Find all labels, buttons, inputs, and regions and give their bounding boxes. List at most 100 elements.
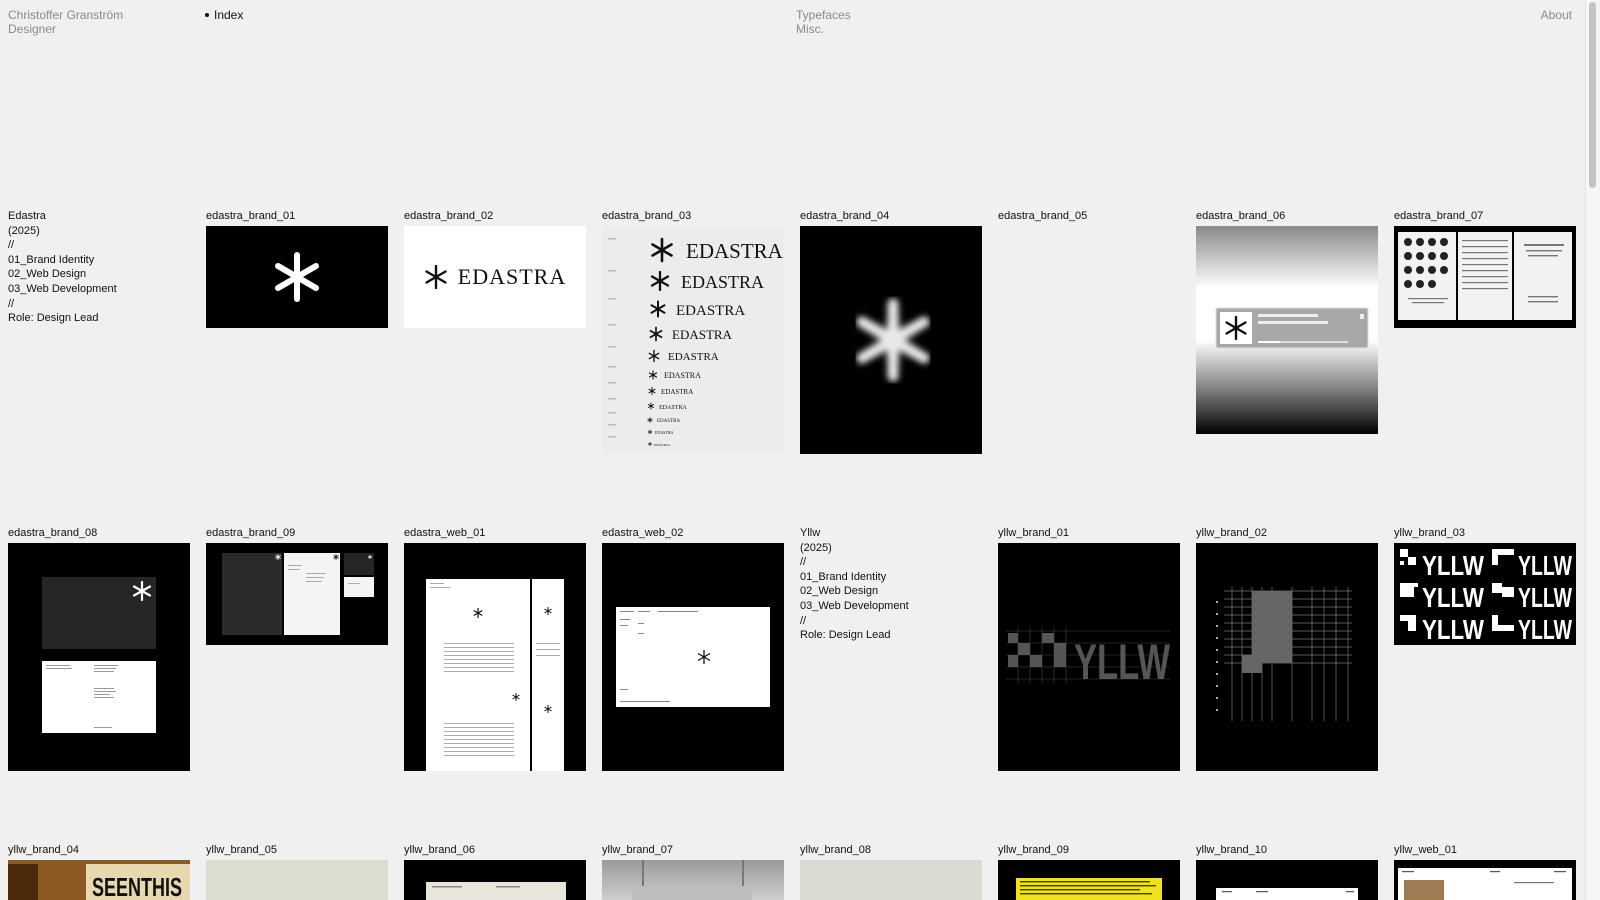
- project-title[interactable]: Edastra: [8, 209, 190, 224]
- svg-text:EDASTRA: EDASTRA: [654, 443, 671, 447]
- print-spread-mockup: [1398, 232, 1572, 320]
- thumbnail-image[interactable]: [1196, 226, 1378, 434]
- poster-mockup: [1016, 878, 1162, 900]
- gallery-item[interactable]: edastra_brand_07: [1394, 210, 1576, 328]
- project-info-yllw: Yllw (2025) // 01_Brand Identity 02_Web …: [800, 526, 982, 643]
- thumbnail-image[interactable]: [206, 543, 388, 645]
- photo-mockup: [632, 860, 752, 900]
- thumbnail-image[interactable]: [206, 226, 388, 328]
- gallery-item[interactable]: edastra_brand_04: [800, 210, 982, 454]
- thumbnail-image[interactable]: EDASTRA: [404, 226, 586, 328]
- gallery-item[interactable]: edastra_brand_01: [206, 210, 388, 328]
- gallery-item[interactable]: yllw_brand_02: [1196, 527, 1378, 771]
- separator: //: [8, 297, 15, 310]
- gallery-item[interactable]: edastra_brand_03 EDASTRA EDASTRA EDASTRA…: [602, 210, 784, 454]
- document-mockup: [222, 553, 374, 635]
- thumbnail-image[interactable]: [602, 860, 784, 900]
- gallery-item[interactable]: yllw_brand_10: [1196, 844, 1378, 900]
- vertical-scrollbar[interactable]: [1585, 0, 1600, 900]
- website-mockup: [616, 607, 770, 707]
- thumbnail-image[interactable]: [1394, 860, 1576, 900]
- nav-about-label[interactable]: About: [1541, 8, 1572, 22]
- thumbnail-image[interactable]: [1394, 226, 1576, 328]
- item-label: yllw_brand_05: [206, 844, 277, 856]
- svg-text:EDASTRA: EDASTRA: [661, 388, 693, 396]
- gallery-item[interactable]: edastra_brand_09: [206, 527, 388, 645]
- thumbnail-image[interactable]: [206, 860, 388, 900]
- gallery-item[interactable]: yllw_brand_07: [602, 844, 784, 900]
- item-label: edastra_brand_07: [1394, 210, 1484, 222]
- gallery-item[interactable]: edastra_brand_08: [8, 527, 190, 771]
- project-year: (2025): [800, 541, 832, 554]
- nav-typefaces[interactable]: Typefaces: [796, 8, 851, 22]
- gallery-item[interactable]: yllw_brand_03 YLLW YLLW YLLW YLLW YLLW Y…: [1394, 527, 1576, 645]
- item-label: edastra_brand_05: [998, 210, 1088, 222]
- gallery-item[interactable]: yllw_brand_05: [206, 844, 388, 900]
- poster-mockup: SEENTHIS: [8, 860, 190, 900]
- svg-text:EDASTRA: EDASTRA: [655, 430, 674, 435]
- thumbnail-image[interactable]: [1196, 860, 1378, 900]
- thumbnail-image[interactable]: SEENTHIS: [8, 860, 190, 900]
- gallery-item[interactable]: edastra_web_02: [602, 527, 784, 771]
- document-mockup: [426, 882, 566, 900]
- gallery-item[interactable]: yllw_brand_08: [800, 844, 982, 900]
- project-year: (2025): [8, 224, 40, 237]
- poster-headline: SEENTHIS: [92, 872, 182, 900]
- gallery-item[interactable]: edastra_brand_02 EDASTRA: [404, 210, 586, 328]
- project-service: 03_Web Development: [8, 282, 117, 295]
- yllw-logo-variations: YLLW YLLW YLLW YLLW YLLW YLLW: [1400, 549, 1572, 645]
- gallery-item[interactable]: yllw_brand_09: [998, 844, 1180, 900]
- item-label: yllw_brand_04: [8, 844, 79, 856]
- thumbnail-image[interactable]: [8, 543, 190, 771]
- item-label: yllw_brand_01: [998, 527, 1069, 539]
- item-label: edastra_brand_01: [206, 210, 296, 222]
- nav-categories: Typefaces Misc.: [796, 8, 851, 36]
- project-service: 01_Brand Identity: [800, 570, 887, 583]
- website-mockup: [1398, 868, 1572, 900]
- item-label: edastra_brand_03: [602, 210, 692, 222]
- separator: //: [800, 556, 807, 569]
- thumbnail-image[interactable]: YLLW YLLW YLLW YLLW YLLW YLLW: [1394, 543, 1576, 645]
- item-label: yllw_brand_07: [602, 844, 673, 856]
- nav-index-label[interactable]: Index: [214, 8, 243, 22]
- item-label: yllw_web_01: [1394, 844, 1457, 856]
- thumbnail-image[interactable]: EDASTRA EDASTRA EDASTRA EDASTRA EDASTRA …: [602, 226, 784, 454]
- thumbnail-image[interactable]: [800, 860, 982, 900]
- project-role: Role: Design Lead: [800, 629, 891, 642]
- website-mockup: [426, 579, 564, 771]
- gallery-item[interactable]: edastra_brand_05: [998, 210, 1180, 222]
- thumbnail-image[interactable]: [998, 860, 1180, 900]
- nav-index[interactable]: Index: [205, 8, 243, 22]
- gallery-item[interactable]: yllw_brand_06: [404, 844, 586, 900]
- svg-text:EDASTRA: EDASTRA: [681, 272, 764, 292]
- thumbnail-image[interactable]: [602, 543, 784, 771]
- gallery-item[interactable]: edastra_brand_06: [1196, 210, 1378, 434]
- project-service: 03_Web Development: [800, 599, 909, 612]
- asterisk-logo-icon: [425, 265, 447, 289]
- thumbnail-image[interactable]: [404, 543, 586, 771]
- media-player-mockup: [1215, 307, 1369, 349]
- nav-about[interactable]: About: [1541, 8, 1572, 22]
- project-service: 02_Web Design: [8, 268, 87, 281]
- yllw-wordmark: YLLW: [1422, 582, 1484, 613]
- item-label: edastra_web_02: [602, 527, 684, 539]
- site-header: Christoffer Granström Designer Index Typ…: [0, 8, 1580, 48]
- project-title[interactable]: Yllw: [800, 526, 982, 541]
- gallery-item[interactable]: edastra_web_01: [404, 527, 586, 771]
- thumbnail-image[interactable]: [800, 226, 982, 454]
- thumbnail-image[interactable]: [404, 860, 586, 900]
- nav-misc[interactable]: Misc.: [796, 22, 851, 36]
- owner-name[interactable]: Christoffer Granström: [8, 8, 123, 22]
- gallery-item[interactable]: yllw_web_01: [1394, 844, 1576, 900]
- thumbnail-image[interactable]: YLLW: [998, 543, 1180, 771]
- project-role: Role: Design Lead: [8, 312, 99, 325]
- gallery-item[interactable]: yllw_brand_01 YLLW: [998, 527, 1180, 771]
- gallery-item[interactable]: yllw_brand_04 SEENTHIS: [8, 844, 190, 900]
- scrollbar-thumb[interactable]: [1589, 2, 1596, 188]
- stationery-mockup: [42, 577, 156, 733]
- thumbnail-image[interactable]: [1196, 543, 1378, 771]
- project-service: 02_Web Design: [800, 585, 879, 598]
- blurred-asterisk-icon: [856, 298, 930, 382]
- pixel-grid-chart: [1216, 587, 1352, 721]
- site-owner[interactable]: Christoffer Granström Designer: [8, 8, 123, 36]
